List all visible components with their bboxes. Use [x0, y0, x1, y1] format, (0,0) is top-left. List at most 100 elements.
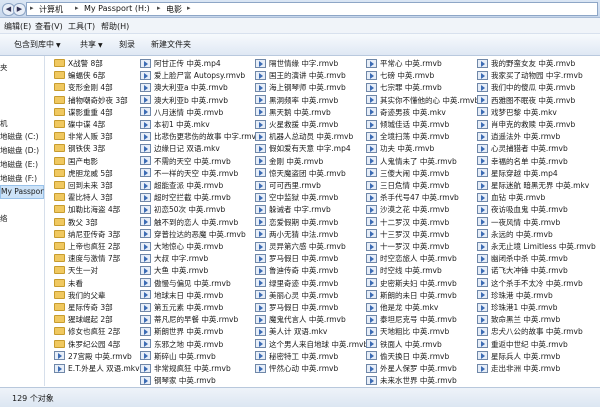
video-file-item[interactable]: 八月迷情 中英.rmvb: [140, 107, 223, 118]
nav-item-drive-e[interactable]: 地磁盘 (E:): [0, 159, 38, 171]
video-file-item[interactable]: 沙漠之花 中英.rmvb: [366, 204, 449, 215]
folder-item[interactable]: X战警 8部: [54, 58, 103, 69]
video-file-item[interactable]: 永远的 中英.rmvb: [477, 229, 553, 240]
video-file-item[interactable]: 偷天换日 中英.rmvb: [366, 351, 449, 362]
breadcrumb-drive[interactable]: My Passport (H:): [84, 4, 150, 13]
folder-item[interactable]: 碟中谍 4部: [54, 119, 105, 130]
nav-item-drive-d[interactable]: 地磁盘 (D:): [0, 145, 39, 157]
video-file-item[interactable]: 美丽心灵 中英.rmvb: [255, 290, 338, 301]
menu-help[interactable]: 帮助(H): [101, 21, 129, 32]
folder-item[interactable]: 速度与激情 7部: [54, 253, 120, 264]
video-file-item[interactable]: 触不到的恋人 中英.rmvb: [140, 217, 238, 228]
video-file-item[interactable]: 铁面人 中英.rmvb: [366, 339, 442, 350]
video-file-item[interactable]: 秘密特工 中英.rmvb: [255, 351, 338, 362]
include-in-library-button[interactable]: 包含到库中 ▼: [14, 39, 61, 50]
video-file-item[interactable]: 阿甘正传 中英.mp4: [140, 58, 221, 69]
breadcrumb-chevron-icon[interactable]: ▸: [30, 4, 34, 12]
video-file-item[interactable]: 国王的演讲 中英.rmvb: [255, 70, 346, 81]
folder-item[interactable]: 教父 3部: [54, 217, 98, 228]
video-file-item[interactable]: 假如爱有天意 中字.mp4: [255, 143, 351, 154]
video-file-item[interactable]: E.T.外星人 双语.mkv: [54, 363, 140, 374]
folder-item[interactable]: 猩球崛起 2部: [54, 314, 113, 325]
menu-tools[interactable]: 工具(T): [68, 21, 95, 32]
video-file-item[interactable]: 我的野蛮女友 中英.rmvb: [477, 58, 575, 69]
video-file-item[interactable]: 澳大利亚b 中英.rmvb: [140, 95, 228, 106]
video-file-item[interactable]: 我家买了动物园 中字.rmvb: [477, 70, 583, 81]
video-file-item[interactable]: 星际穿越 中英.mp4: [477, 168, 558, 179]
video-file-item[interactable]: 十一罗汉 中英.rmvb: [366, 241, 449, 252]
folder-item[interactable]: 加勒比海盗 4部: [54, 204, 120, 215]
menu-view[interactable]: 查看(V): [35, 21, 63, 32]
video-file-item[interactable]: 血钻 中英.rmvb: [477, 192, 545, 203]
breadcrumb-chevron-icon[interactable]: ▸: [187, 4, 191, 12]
video-file-item[interactable]: 钢琴家 中英.rmvb: [140, 375, 216, 386]
video-file-item[interactable]: 重返中世纪 中英.rmvb: [477, 339, 568, 350]
folder-item[interactable]: 侏罗纪公园 4部: [54, 339, 120, 350]
video-file-item[interactable]: 天地粗比 中英.rmvb: [366, 326, 449, 337]
video-file-item[interactable]: 功夫 中英.rmvb: [366, 143, 434, 154]
folder-item[interactable]: 霍比特人 3部: [54, 192, 113, 203]
video-file-item[interactable]: 黑洞频率 中英.rmvb: [255, 95, 338, 106]
forward-arrow-icon[interactable]: ▶: [13, 3, 26, 16]
folder-item[interactable]: 未看: [54, 278, 83, 289]
video-file-item[interactable]: 大叔 中字.rmvb: [140, 253, 208, 264]
video-file-item[interactable]: 火星救援 中英.rmvb: [255, 119, 338, 130]
video-file-item[interactable]: 杀手代号47 中英.rmvb: [366, 192, 459, 203]
video-file-item[interactable]: 本初1 中英.mkv: [140, 119, 210, 130]
menu-edit[interactable]: 编辑(E): [4, 21, 31, 32]
folder-item[interactable]: 非常人贩 3部: [54, 131, 113, 142]
video-file-item[interactable]: 这个杀手不太冷 中英.rmvb: [477, 278, 583, 289]
video-file-item[interactable]: 这个男人来自地球 中英.rmvb: [255, 339, 368, 350]
video-file-item[interactable]: 蒂凡尼的早餐 中英.rmvb: [140, 314, 238, 325]
nav-item-drive-c[interactable]: 地磁盘 (C:): [0, 131, 39, 143]
video-file-item[interactable]: 一夜风情 中英.rmvb: [477, 217, 560, 228]
video-file-item[interactable]: 大鱼 中英.rmvb: [140, 265, 208, 276]
video-file-item[interactable]: 不一样的天空 中英.rmvb: [140, 168, 238, 179]
video-file-item[interactable]: 隔世情缘 中字.rmvb: [255, 58, 338, 69]
breadcrumb-chevron-icon[interactable]: ▸: [157, 4, 161, 12]
video-file-item[interactable]: 泰坦尼克号 中英.rmvb: [366, 314, 457, 325]
folder-item[interactable]: 修女也疯狂 2部: [54, 326, 120, 337]
video-file-item[interactable]: 恋爱假期 中英.rmvb: [255, 217, 338, 228]
video-file-item[interactable]: 十二罗汉 中英.rmvb: [366, 217, 449, 228]
video-file-item[interactable]: 走出非洲 中英.rmvb: [477, 363, 560, 374]
folder-item[interactable]: 星际传奇 3部: [54, 302, 113, 313]
video-file-item[interactable]: 七宗罪 中英.rmvb: [366, 82, 442, 93]
nav-item-drive-f[interactable]: 地磁盘 (F:): [0, 173, 37, 185]
video-file-item[interactable]: 逍遥法外 中英.rmvb: [477, 131, 560, 142]
video-file-item[interactable]: 戏梦巴黎 中英.mkv: [477, 107, 557, 118]
folder-item[interactable]: 纳尼亚传奇 3部: [54, 229, 120, 240]
video-file-item[interactable]: 魔鬼代言人 中英.rmvb: [255, 314, 346, 325]
video-file-item[interactable]: 傲慢与偏见 中英.rmvb: [140, 278, 231, 289]
breadcrumb-computer[interactable]: 计算机: [39, 4, 63, 15]
video-file-item[interactable]: 未来水世界 中英.rmvb: [366, 375, 457, 386]
video-file-item[interactable]: 东邪之地 中英.rmvb: [140, 339, 223, 350]
video-file-item[interactable]: 珍珠港1 中英.rmvb: [477, 302, 558, 313]
video-file-item[interactable]: 鲁迪传奇 中英.rmvb: [255, 265, 338, 276]
video-file-item[interactable]: 时空线 中英.rmvb: [366, 265, 442, 276]
video-file-item[interactable]: 非常规疯狂 中英.rmvb: [140, 363, 231, 374]
video-file-item[interactable]: 夜访吸血鬼 中英.rmvb: [477, 204, 568, 215]
nav-item-network[interactable]: 络: [0, 213, 8, 225]
share-button[interactable]: 共享 ▼: [80, 39, 103, 50]
video-file-item[interactable]: 全境扫荡 中英.rmvb: [366, 131, 449, 142]
video-file-item[interactable]: 穿普拉达的恶魔 中英.rmvb: [140, 229, 246, 240]
video-file-item[interactable]: 斯碎山 中英.rmvb: [140, 351, 216, 362]
video-file-item[interactable]: 罗马假日 中英.rmvb: [255, 253, 338, 264]
video-file-item[interactable]: 十三罗汉 中英.rmvb: [366, 229, 449, 240]
folder-item[interactable]: 谍影重重 4部: [54, 107, 113, 118]
video-file-item[interactable]: 空中监狱 中英.rmvb: [255, 192, 338, 203]
breadcrumb-chevron-icon[interactable]: ▸: [75, 4, 79, 12]
folder-item[interactable]: 国产电影: [54, 156, 98, 167]
video-file-item[interactable]: 肖申克的救赎 中英.rmvb: [477, 119, 575, 130]
video-file-item[interactable]: 美人计 双语.mkv: [255, 326, 327, 337]
video-file-item[interactable]: 斯朗世界 中英.rmvb: [140, 326, 223, 337]
video-file-item[interactable]: 我们中的傻瓜 中英.rmvb: [477, 82, 575, 93]
video-file-item[interactable]: 超能查派 中英.rmvb: [140, 180, 223, 191]
breadcrumb-folder[interactable]: 电影: [166, 4, 182, 15]
video-file-item[interactable]: 躲诫者 中字.rmvb: [255, 204, 331, 215]
video-file-item[interactable]: 金刚 中英.rmvb: [255, 156, 323, 167]
video-file-item[interactable]: 其实你不懂他的心 中英.rmvb: [366, 95, 479, 106]
burn-button[interactable]: 刻录: [119, 39, 135, 50]
folder-item[interactable]: 钢铁侠 3部: [54, 143, 105, 154]
